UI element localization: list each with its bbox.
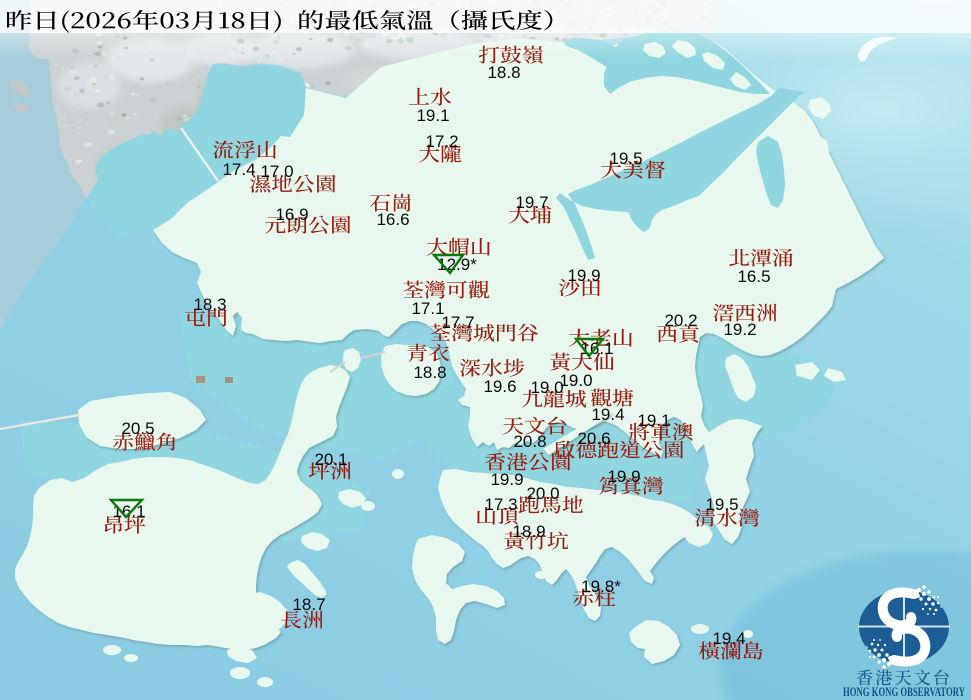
svg-text:18.8: 18.8 (487, 63, 520, 82)
svg-text:19.9: 19.9 (490, 470, 523, 489)
svg-text:19.9: 19.9 (607, 467, 640, 486)
svg-text:20.2: 20.2 (664, 311, 697, 330)
svg-text:19.0: 19.0 (530, 378, 563, 397)
svg-text:17.3: 17.3 (484, 495, 517, 514)
svg-text:18.3: 18.3 (193, 295, 226, 314)
svg-text:16.1: 16.1 (580, 339, 613, 358)
svg-text:19.2: 19.2 (723, 320, 756, 339)
svg-text:17.2: 17.2 (425, 132, 458, 151)
svg-text:20.0: 20.0 (526, 484, 559, 503)
svg-text:17.4: 17.4 (222, 160, 255, 179)
svg-text:17.7: 17.7 (441, 313, 474, 332)
svg-text:19.4: 19.4 (591, 405, 624, 424)
svg-text:19.0: 19.0 (559, 371, 592, 390)
svg-text:18.7: 18.7 (292, 595, 325, 614)
svg-text:18.9: 18.9 (512, 522, 545, 541)
svg-text:20.1: 20.1 (314, 450, 347, 469)
svg-text:19.4: 19.4 (712, 629, 745, 648)
svg-text:19.1: 19.1 (416, 106, 449, 125)
svg-text:19.5: 19.5 (705, 495, 738, 514)
svg-text:16.5: 16.5 (737, 267, 770, 286)
svg-text:20.6: 20.6 (577, 429, 610, 448)
svg-text:19.9: 19.9 (567, 266, 600, 285)
svg-text:19.7: 19.7 (515, 193, 548, 212)
svg-text:19.8*: 19.8* (581, 577, 621, 596)
svg-text:19.6: 19.6 (483, 377, 516, 396)
svg-text:HONG KONG OBSERVATORY: HONG KONG OBSERVATORY (843, 684, 965, 699)
svg-text:16.9: 16.9 (275, 205, 308, 224)
svg-text:19.5: 19.5 (609, 149, 642, 168)
svg-text:20.8: 20.8 (513, 432, 546, 451)
svg-text:18.8: 18.8 (413, 363, 446, 382)
svg-text:20.5: 20.5 (121, 419, 154, 438)
svg-text:19.1: 19.1 (637, 411, 670, 430)
svg-text:16.1: 16.1 (112, 502, 145, 521)
svg-text:16.6: 16.6 (376, 210, 409, 229)
svg-text:17.0: 17.0 (260, 162, 293, 181)
svg-text:17.1: 17.1 (411, 299, 444, 318)
